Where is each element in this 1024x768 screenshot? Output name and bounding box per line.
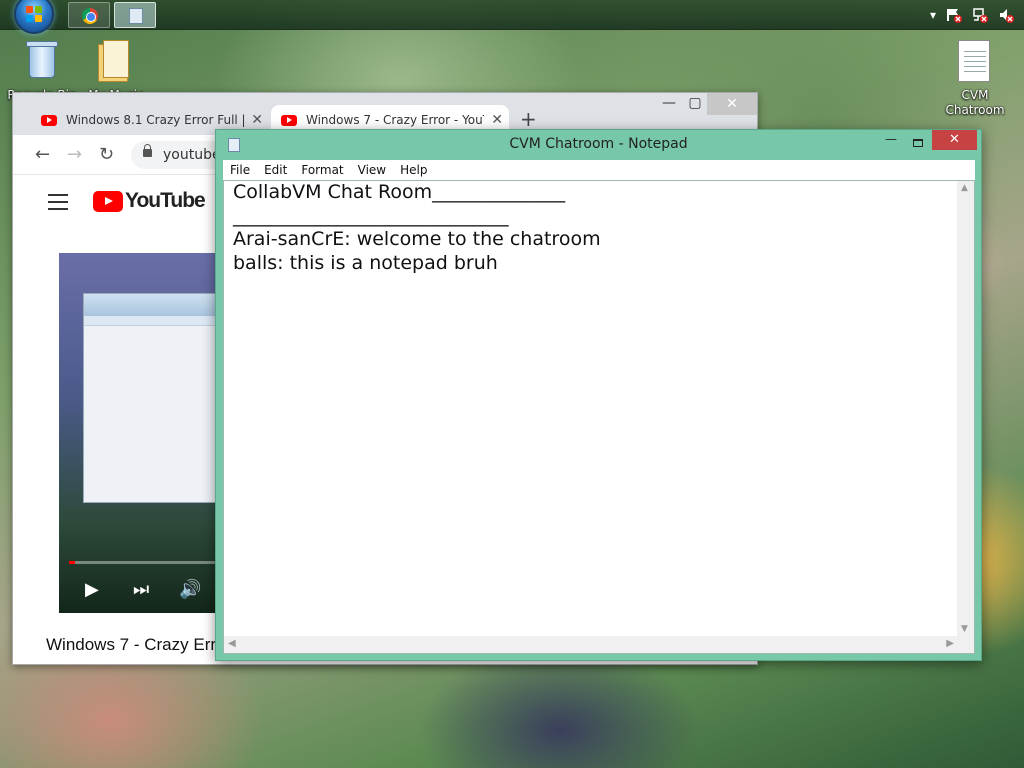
system-tray: ▾ [930, 6, 1014, 24]
recycle-bin-icon [25, 38, 59, 80]
horizontal-scrollbar[interactable]: ◀ ▶ [224, 636, 958, 653]
taskbar: ▾ [0, 0, 1024, 34]
notepad-menu-bar: File Edit Format View Help [223, 160, 975, 180]
youtube-logo[interactable]: YouTube [93, 189, 206, 213]
flag-error-icon[interactable] [946, 7, 962, 23]
scroll-left-icon[interactable]: ◀ [228, 638, 236, 649]
tab-title: Windows 7 - Crazy Error - YouTube [306, 113, 484, 127]
video-player[interactable]: ▶ ⏭ 🔊 [59, 253, 219, 613]
notepad-title-bar[interactable]: CVM Chatroom - Notepad — ✕ [216, 130, 981, 160]
play-icon[interactable]: ▶ [85, 579, 99, 600]
close-window-button[interactable]: ✕ [932, 130, 977, 150]
folder-icon [98, 40, 132, 82]
notepad-window: CVM Chatroom - Notepad — ✕ File Edit For… [215, 129, 982, 661]
notepad-icon [129, 8, 143, 24]
close-tab-icon[interactable]: ✕ [491, 112, 503, 128]
menu-format[interactable]: Format [294, 160, 350, 180]
back-arrow-icon[interactable]: ← [35, 144, 50, 165]
address-text: youtube [163, 147, 221, 163]
video-progress-bar[interactable] [69, 561, 219, 564]
windows-logo-icon [26, 6, 42, 22]
reload-icon[interactable]: ↻ [99, 144, 114, 165]
video-frame-explorer-window [83, 293, 219, 503]
start-button[interactable] [14, 0, 54, 34]
next-icon[interactable]: ⏭ [133, 579, 149, 600]
scroll-down-icon[interactable]: ▼ [961, 624, 968, 634]
forward-arrow-icon[interactable]: → [67, 144, 82, 165]
chrome-icon [82, 8, 98, 24]
notepad-content[interactable]: CollabVM Chat Room______________ _______… [233, 181, 953, 275]
volume-muted-icon[interactable] [998, 7, 1014, 23]
text-document-icon [958, 40, 990, 82]
lock-icon [143, 144, 152, 157]
notepad-text-area[interactable]: CollabVM Chat Room______________ _______… [223, 180, 975, 654]
desktop-icon-label: CVM Chatroom [945, 88, 1005, 117]
taskbar-notepad-button[interactable] [114, 2, 156, 28]
menu-help[interactable]: Help [393, 160, 434, 180]
youtube-favicon-icon [281, 114, 297, 126]
notepad-title: CVM Chatroom - Notepad [509, 136, 688, 152]
scroll-right-icon[interactable]: ▶ [946, 638, 954, 649]
menu-file[interactable]: File [223, 160, 257, 180]
close-window-button[interactable]: ✕ [707, 93, 757, 115]
youtube-play-icon [93, 190, 123, 212]
youtube-wordmark: YouTube [125, 189, 206, 212]
maximize-button[interactable] [905, 132, 931, 152]
arrow-up-icon[interactable]: ▾ [930, 8, 936, 22]
vertical-scrollbar[interactable]: ▲ ▼ [957, 181, 974, 636]
network-error-icon[interactable] [972, 7, 988, 23]
taskbar-chrome-button[interactable] [68, 2, 110, 28]
minimize-button[interactable]: — [878, 132, 904, 152]
menu-edit[interactable]: Edit [257, 160, 294, 180]
close-tab-icon[interactable]: ✕ [251, 112, 263, 128]
resize-grip[interactable] [957, 636, 974, 653]
desktop-icon-cvm-chatroom[interactable]: CVM Chatroom [938, 38, 1012, 122]
new-tab-button[interactable]: + [520, 107, 537, 131]
volume-icon[interactable]: 🔊 [179, 579, 201, 600]
tab-title: Windows 8.1 Crazy Error Full | 4K [66, 113, 246, 127]
menu-view[interactable]: View [351, 160, 393, 180]
youtube-favicon-icon [41, 114, 57, 126]
hamburger-menu-icon[interactable] [48, 194, 68, 210]
scroll-up-icon[interactable]: ▲ [961, 183, 968, 193]
